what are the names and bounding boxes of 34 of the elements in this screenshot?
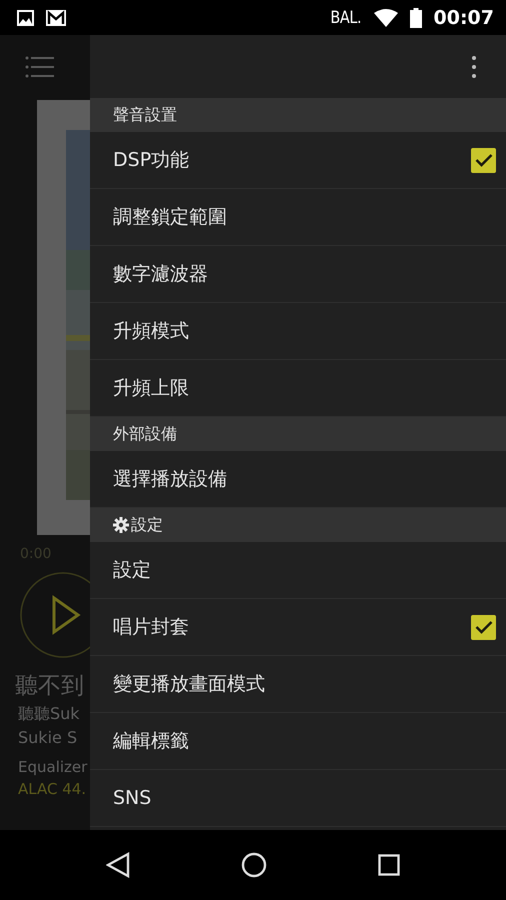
play-button[interactable] bbox=[20, 572, 90, 658]
section-title: 聲音設置 bbox=[113, 104, 177, 126]
clock: 00:07 bbox=[434, 6, 494, 28]
recents-button[interactable] bbox=[378, 854, 400, 876]
checkmark-icon bbox=[474, 153, 492, 167]
menu-item[interactable]: 調整鎖定範圍 bbox=[90, 189, 506, 246]
carrier-label: BAL. bbox=[330, 8, 362, 28]
menu-item[interactable]: 設定 bbox=[90, 542, 506, 599]
format-label: ALAC 44. bbox=[18, 780, 88, 798]
menu-item[interactable]: DSP功能 bbox=[90, 132, 506, 189]
more-options-icon[interactable] bbox=[472, 56, 476, 78]
menu-item[interactable]: 變更播放畫面模式 bbox=[90, 656, 506, 713]
back-button[interactable] bbox=[106, 852, 130, 878]
checkbox[interactable] bbox=[471, 614, 496, 640]
gear-icon bbox=[113, 517, 129, 533]
home-button[interactable] bbox=[240, 852, 267, 878]
effect-label: Equalizer bbox=[18, 758, 88, 776]
menu-item[interactable]: SNS bbox=[90, 770, 506, 827]
list-icon[interactable] bbox=[25, 56, 54, 78]
battery-icon bbox=[410, 8, 422, 28]
section-title: 設定 bbox=[131, 514, 163, 536]
menu-item[interactable]: 數字濾波器 bbox=[90, 246, 506, 303]
menu-item[interactable]: 編輯標籤 bbox=[90, 713, 506, 770]
menu-item[interactable]: 唱片封套 bbox=[90, 599, 506, 656]
artist-name: Sukie S bbox=[18, 727, 78, 749]
section-title: 外部設備 bbox=[113, 423, 177, 445]
checkbox[interactable] bbox=[471, 148, 496, 172]
mail-icon bbox=[46, 10, 66, 26]
checkmark-icon bbox=[474, 620, 492, 634]
image-icon bbox=[17, 10, 34, 26]
wifi-icon bbox=[374, 8, 398, 26]
album-name: 聽聽Suk bbox=[18, 703, 81, 725]
menu-item[interactable]: 升頻模式 bbox=[90, 303, 506, 360]
track-title: 聽不到 bbox=[15, 672, 85, 701]
